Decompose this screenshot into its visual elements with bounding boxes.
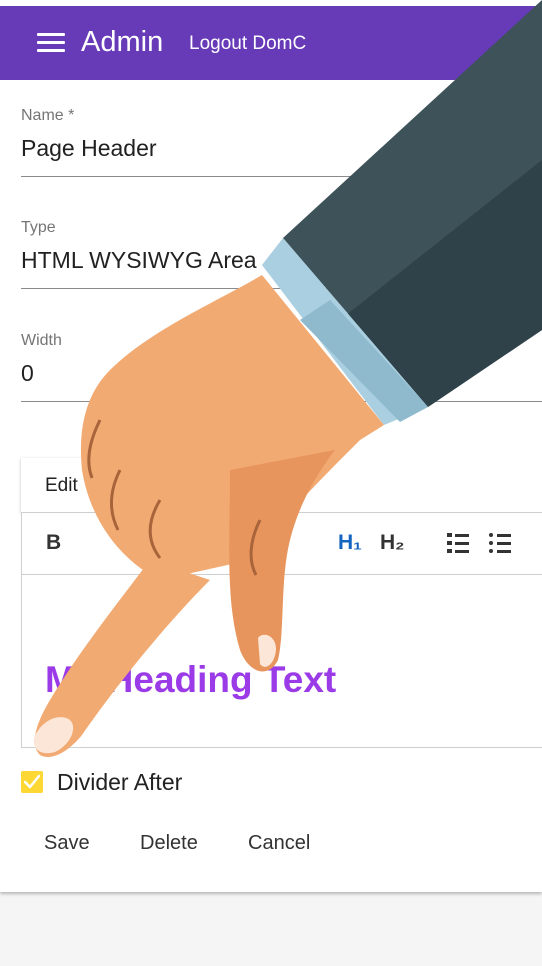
logout-link[interactable]: Logout DomC	[189, 32, 306, 56]
type-label: Type	[21, 219, 56, 236]
divider-after-label: Divider After	[57, 769, 183, 795]
width-label: Width	[21, 332, 62, 349]
editor-heading-text[interactable]: My Heading Text	[45, 659, 336, 701]
heading2-button[interactable]: H₂	[380, 531, 405, 555]
menu-icon[interactable]	[37, 33, 65, 53]
numbered-list-icon[interactable]	[447, 533, 469, 553]
editor-toolbar: B H₁ H₂	[22, 513, 542, 575]
editor-tab-bar: Edit	[21, 458, 141, 512]
bullet-list-icon[interactable]	[489, 533, 511, 553]
app-bar: Admin Logout DomC	[0, 6, 542, 80]
check-icon	[23, 774, 41, 789]
divider-after-checkbox[interactable]	[21, 771, 43, 793]
width-underline	[21, 401, 542, 402]
wysiwyg-editor[interactable]: B H₁ H₂ My Heading Text	[21, 512, 542, 748]
width-input[interactable]: 0	[21, 359, 34, 387]
bold-button[interactable]: B	[46, 531, 61, 555]
type-select[interactable]: HTML WYSIWYG Area	[21, 246, 257, 274]
app-title: Admin	[81, 26, 164, 58]
name-input[interactable]: Page Header	[21, 134, 157, 162]
admin-card: Admin Logout DomC Name * Page Header Typ…	[0, 0, 542, 892]
name-label: Name *	[21, 107, 75, 124]
tab-edit[interactable]: Edit	[45, 475, 78, 497]
delete-button[interactable]: Delete	[140, 831, 198, 855]
save-button[interactable]: Save	[44, 831, 90, 855]
heading1-button[interactable]: H₁	[338, 531, 362, 555]
type-underline	[21, 288, 542, 289]
cancel-button[interactable]: Cancel	[248, 831, 310, 855]
name-underline	[21, 176, 542, 177]
